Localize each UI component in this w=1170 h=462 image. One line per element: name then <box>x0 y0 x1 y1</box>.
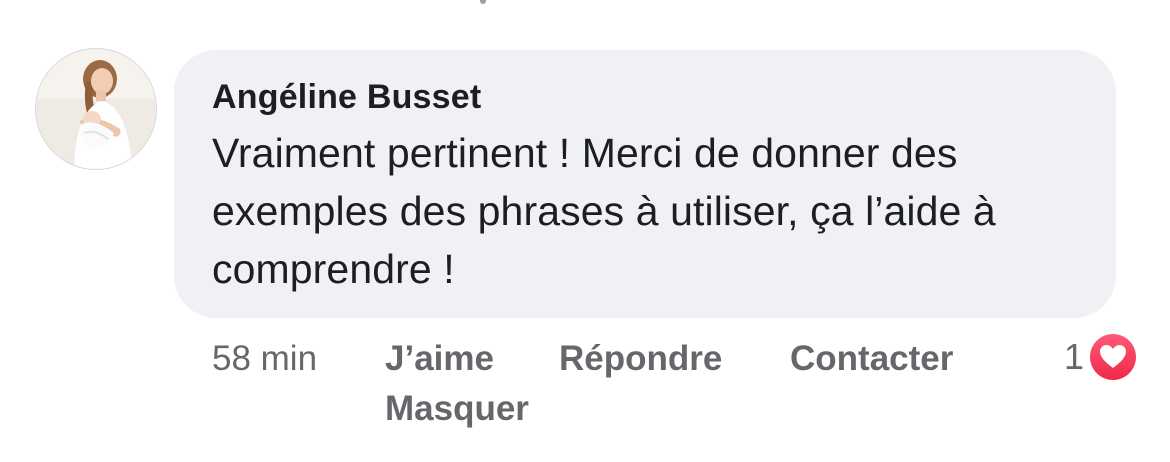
comment-author[interactable]: Angéline Busset <box>212 76 1078 118</box>
thread-line <box>480 0 486 4</box>
comment-thread: Angéline Busset Vraiment pertinent ! Mer… <box>0 0 1170 462</box>
comment-timestamp: 58 min <box>212 339 318 378</box>
hide-button[interactable]: Masquer <box>385 384 529 434</box>
reaction-summary[interactable]: 1 <box>1064 332 1137 382</box>
reply-button[interactable]: Répondre <box>559 334 722 384</box>
comment-text: Vraiment pertinent ! Merci de donner des… <box>212 130 996 292</box>
comment-bubble: Angéline Busset Vraiment pertinent ! Mer… <box>174 50 1116 318</box>
reaction-count: 1 <box>1064 336 1085 377</box>
avatar[interactable] <box>36 49 156 169</box>
like-button[interactable]: J’aime <box>385 334 494 384</box>
heart-icon <box>1090 334 1137 380</box>
avatar-photo <box>36 49 156 169</box>
contact-button[interactable]: Contacter <box>790 334 953 384</box>
